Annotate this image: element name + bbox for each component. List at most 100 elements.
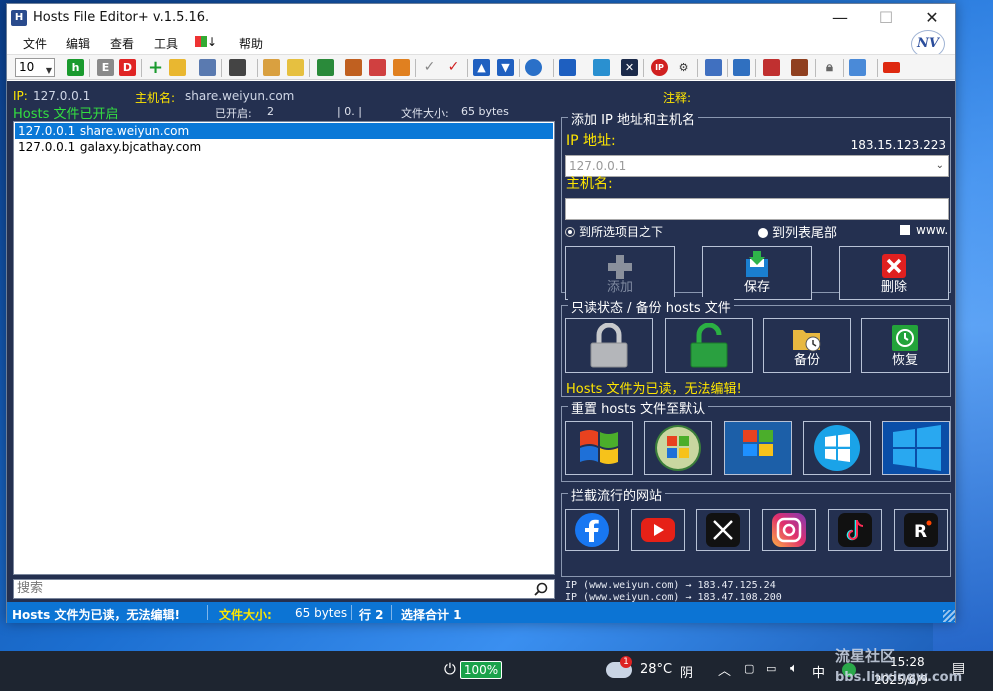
ime-indicator[interactable]: 中 <box>812 662 825 681</box>
tag-icon[interactable] <box>393 59 410 76</box>
hosts-icon[interactable]: h <box>67 59 84 76</box>
block-icon[interactable]: ✕ <box>621 59 638 76</box>
block-tiktok-button[interactable] <box>828 509 882 551</box>
firewall-icon[interactable] <box>763 59 780 76</box>
save-icon[interactable] <box>199 59 216 76</box>
instagram-icon <box>772 513 806 547</box>
block-youtube-button[interactable] <box>631 509 685 551</box>
reset-vista-button[interactable] <box>644 421 712 475</box>
lock-icon[interactable]: 🔒︎ <box>821 59 838 76</box>
menu-view[interactable]: 查看 <box>110 35 134 52</box>
app-icon: H <box>11 10 27 26</box>
facebook-icon <box>575 513 609 547</box>
hosts-list[interactable]: 127.0.0.1 share.weiyun.com 127.0.0.1 gal… <box>13 121 555 575</box>
folder-icon[interactable] <box>287 59 304 76</box>
disabled-value: | 0. | <box>337 105 362 118</box>
menu-help[interactable]: 帮助 <box>239 35 263 52</box>
unlock-button[interactable] <box>665 318 753 373</box>
readonly-message: Hosts 文件为已读，无法编辑! <box>566 382 742 397</box>
block-x-button[interactable] <box>696 509 750 551</box>
search-icon[interactable] <box>534 582 548 596</box>
menu-edit[interactable]: 编辑 <box>66 35 90 52</box>
shield-icon[interactable] <box>559 59 576 76</box>
block-panel-legend: 拦截流行的网站 <box>568 485 666 504</box>
ip-icon[interactable]: IP <box>651 59 668 76</box>
list-item[interactable]: 127.0.0.1 galaxy.bjcathay.com <box>15 139 553 155</box>
menu-tools[interactable]: 工具 <box>154 35 178 52</box>
search-input[interactable]: 搜索 <box>13 579 555 599</box>
edit-mode-icon[interactable]: E <box>97 59 114 76</box>
radio-below-selected[interactable]: 到所选项目之下 <box>565 223 663 240</box>
reset-win7-button[interactable] <box>724 421 792 475</box>
www-label: www. <box>916 223 949 237</box>
radio-end-of-list[interactable]: 到列表尾部 <box>758 222 837 241</box>
move-down-icon[interactable]: ▼ <box>497 59 514 76</box>
weather-text[interactable]: 阴 <box>680 662 693 681</box>
add-button[interactable]: 添加 <box>565 246 675 300</box>
block-facebook-button[interactable] <box>565 509 619 551</box>
tiktok-icon <box>838 513 872 547</box>
reset-win8-button[interactable] <box>803 421 871 475</box>
restore-button[interactable]: 恢复 <box>861 318 949 373</box>
clock-time[interactable]: 15:28 <box>890 655 925 669</box>
block-reddit-button[interactable]: R <box>894 509 948 551</box>
resize-grip[interactable] <box>943 610 955 622</box>
reset-win10-button[interactable] <box>882 421 950 475</box>
clean-icon[interactable] <box>733 59 750 76</box>
move-up-icon[interactable]: ▲ <box>473 59 490 76</box>
volume-icon[interactable]: 🔈︎ <box>790 661 798 676</box>
globe-icon[interactable] <box>525 59 542 76</box>
www-checkbox[interactable]: www. <box>900 223 948 237</box>
check-gray-icon[interactable]: ✓ <box>421 59 438 76</box>
menu-language[interactable]: ↓ <box>195 35 217 49</box>
menu-language-label: ↓ <box>207 35 218 49</box>
font-size-value: 10 <box>19 60 35 74</box>
reset-winxp-button[interactable] <box>565 421 633 475</box>
add-icon[interactable]: + <box>147 59 164 77</box>
notepad-icon[interactable] <box>263 59 280 76</box>
network-icon[interactable]: ▭ <box>766 662 776 675</box>
title-bar[interactable]: H Hosts File Editor+ v.1.5.16. — ☐ ✕ <box>7 4 955 32</box>
import-icon[interactable] <box>317 59 334 76</box>
dns-icon[interactable]: ⚙ <box>675 59 692 76</box>
maximize-button[interactable]: ☐ <box>863 4 909 32</box>
tools-icon[interactable] <box>229 59 246 76</box>
chevron-up-icon[interactable]: ︿ <box>718 660 731 679</box>
menu-file[interactable]: 文件 <box>23 35 47 52</box>
ip-address-combo[interactable]: 127.0.0.1 ⌄ <box>565 155 949 177</box>
info-ip-label: IP: <box>13 89 28 103</box>
delete-mode-icon[interactable]: D <box>119 59 136 76</box>
package-icon[interactable] <box>791 59 808 76</box>
fullscreen-icon[interactable] <box>849 59 866 76</box>
network-icon[interactable] <box>593 59 610 76</box>
windows-8-logo-icon <box>814 425 860 471</box>
save-button[interactable]: 保存 <box>702 246 812 300</box>
temperature[interactable]: 28°C <box>640 662 672 677</box>
toolbar-separator <box>815 59 816 77</box>
battery-indicator[interactable]: 100% <box>460 661 502 679</box>
chevron-down-icon: ▼ <box>45 66 52 75</box>
hosts-status: Hosts 文件已开启 <box>13 107 119 122</box>
close-button[interactable]: ✕ <box>909 4 955 32</box>
lock-button[interactable] <box>565 318 653 373</box>
font-size-select[interactable]: 10 ▼ <box>15 58 55 77</box>
toolbar-separator <box>553 59 554 77</box>
settings-icon[interactable] <box>705 59 722 76</box>
hostname-input[interactable] <box>565 198 949 220</box>
minimize-button[interactable]: — <box>817 4 863 32</box>
block-instagram-button[interactable] <box>762 509 816 551</box>
status-bar: Hosts 文件为已读，无法编辑! 文件大小: 65 bytes 行 2 选择合… <box>7 602 955 623</box>
reset-panel: 重置 hosts 文件至默认 <box>561 398 951 482</box>
check-red-icon[interactable]: ✓ <box>445 59 462 76</box>
delete-button[interactable]: 删除 <box>839 246 949 300</box>
entry-ip: 127.0.0.1 <box>18 124 76 138</box>
notification-icon[interactable]: ▢ <box>744 662 754 675</box>
china-flag-icon[interactable] <box>883 62 900 73</box>
list-item[interactable]: 127.0.0.1 share.weiyun.com <box>15 123 553 139</box>
backup-button[interactable]: 备份 <box>763 318 851 373</box>
status-separator <box>391 605 392 620</box>
open-folder-icon[interactable] <box>169 59 186 76</box>
remove-icon[interactable] <box>369 59 386 76</box>
window-title: Hosts File Editor+ v.1.5.16. <box>33 10 210 25</box>
export-icon[interactable] <box>345 59 362 76</box>
